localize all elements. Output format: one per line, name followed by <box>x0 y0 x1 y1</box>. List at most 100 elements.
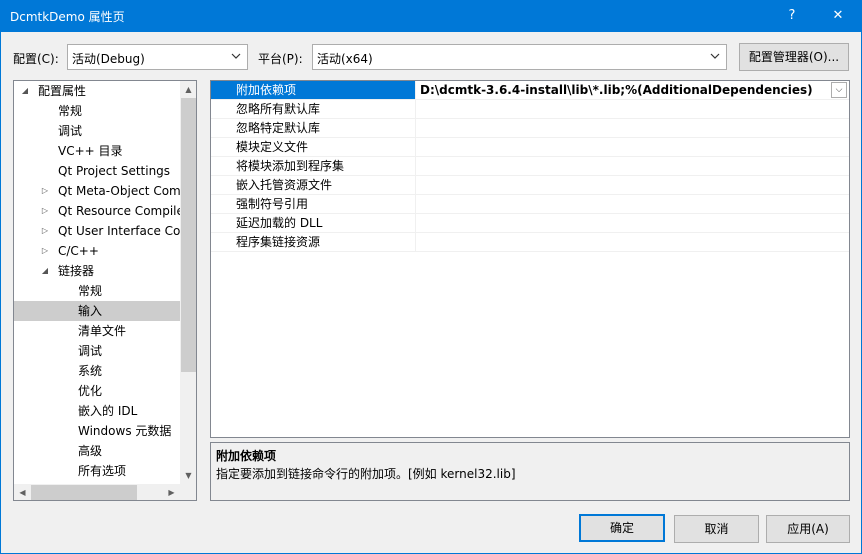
tree-horizontal-scrollbar[interactable]: ◀ ▶ <box>14 484 180 500</box>
property-row[interactable]: 模块定义文件 <box>211 138 849 157</box>
tree-item[interactable]: ◢ 配置属性 <box>14 81 180 101</box>
scroll-thumb[interactable] <box>31 485 137 500</box>
scroll-left-icon[interactable]: ◀ <box>14 484 31 500</box>
tree-item[interactable]: Qt Project Settings <box>14 161 180 181</box>
tree-item[interactable]: 常规 <box>14 281 180 301</box>
property-value[interactable] <box>416 233 849 252</box>
config-select[interactable]: 活动(Debug) <box>67 44 248 70</box>
property-row[interactable]: 忽略所有默认库 <box>211 100 849 119</box>
tree-item[interactable]: 输入 <box>14 301 180 321</box>
tree-item[interactable]: VC++ 目录 <box>14 141 180 161</box>
tree-item-label: 嵌入的 IDL <box>78 404 138 418</box>
property-tree[interactable]: ◢ 配置属性 常规 调试 VC++ 目录 Qt Project Settings ▷ Qt M… <box>13 80 197 501</box>
scroll-thumb[interactable] <box>181 98 196 372</box>
property-value[interactable] <box>416 157 849 176</box>
tree-item-label: 调试 <box>58 124 83 138</box>
apply-button[interactable]: 应用(A) <box>766 515 850 543</box>
cancel-button[interactable]: 取消 <box>674 515 759 543</box>
tree-item-label: Qt Resource Compiler <box>58 204 180 218</box>
tree-item[interactable]: 高级 <box>14 441 180 461</box>
tree-item-label: 链接器 <box>58 264 95 278</box>
tree-item-label: 系统 <box>78 364 103 378</box>
ok-button[interactable]: 确定 <box>579 514 665 542</box>
tree-item-label: 优化 <box>78 384 103 398</box>
chevron-down-icon <box>710 53 720 59</box>
property-row[interactable]: 程序集链接资源 <box>211 233 849 252</box>
close-button[interactable]: ✕ <box>816 0 860 32</box>
tree-item-label: 清单文件 <box>78 324 127 338</box>
tree-item-label: Qt User Interface Compiler <box>58 224 180 238</box>
tree-item-label: VC++ 目录 <box>58 144 123 158</box>
tree-item[interactable]: 系统 <box>14 361 180 381</box>
tree-item[interactable]: 清单文件 <box>14 321 180 341</box>
property-name: 强制符号引用 <box>211 195 416 214</box>
tree-item[interactable]: ▷ Qt Meta-Object Compiler <box>14 181 180 201</box>
property-row[interactable]: 嵌入托管资源文件 <box>211 176 849 195</box>
tree-item[interactable]: 优化 <box>14 381 180 401</box>
tree-item[interactable]: Windows 元数据 <box>14 421 180 441</box>
property-name: 忽略所有默认库 <box>211 100 416 119</box>
property-name: 模块定义文件 <box>211 138 416 157</box>
description-panel: 附加依赖项 指定要添加到链接命令行的附加项。[例如 kernel32.lib] <box>210 442 850 501</box>
property-name: 将模块添加到程序集 <box>211 157 416 176</box>
tree-item-label: 调试 <box>78 344 103 358</box>
property-value[interactable] <box>416 119 849 138</box>
property-name: 忽略特定默认库 <box>211 119 416 138</box>
config-select-value: 活动(Debug) <box>72 52 145 66</box>
chevron-down-icon <box>231 53 241 59</box>
tree-item[interactable]: 调试 <box>14 121 180 141</box>
tree-vertical-scrollbar[interactable]: ▲ ▼ <box>180 81 196 484</box>
collapsed-arrow-icon[interactable]: ▷ <box>40 221 50 241</box>
tree-item[interactable]: 嵌入的 IDL <box>14 401 180 421</box>
expanded-arrow-icon[interactable]: ◢ <box>20 81 30 101</box>
platform-select[interactable]: 活动(x64) <box>312 44 727 70</box>
property-name: 嵌入托管资源文件 <box>211 176 416 195</box>
property-row[interactable]: 强制符号引用 <box>211 195 849 214</box>
title-bar: DcmtkDemo 属性页 ? ✕ <box>0 0 862 32</box>
property-value[interactable] <box>416 138 849 157</box>
property-row[interactable]: 延迟加载的 DLL <box>211 214 849 233</box>
property-name: 程序集链接资源 <box>211 233 416 252</box>
tree-viewport: ◢ 配置属性 常规 调试 VC++ 目录 Qt Project Settings ▷ Qt M… <box>14 81 180 484</box>
tree-item[interactable]: ◢ 链接器 <box>14 261 180 281</box>
tree-item-label: 常规 <box>58 104 83 118</box>
property-value[interactable] <box>416 100 849 119</box>
tree-item-label: Qt Meta-Object Compiler <box>58 184 180 198</box>
scroll-up-icon[interactable]: ▲ <box>180 81 196 98</box>
tree-item-label: 高级 <box>78 444 103 458</box>
scroll-right-icon[interactable]: ▶ <box>163 484 180 500</box>
property-name: 延迟加载的 DLL <box>211 214 416 233</box>
window-title: DcmtkDemo 属性页 <box>10 10 125 24</box>
property-value[interactable]: D:\dcmtk-3.6.4-install\lib\*.lib;%(Addit… <box>416 81 849 100</box>
tree-item-label: 所有选项 <box>78 464 127 478</box>
tree-item[interactable]: 所有选项 <box>14 461 180 481</box>
property-row[interactable]: 忽略特定默认库 <box>211 119 849 138</box>
property-grid[interactable]: 附加依赖项 D:\dcmtk-3.6.4-install\lib\*.lib;%(… <box>210 80 850 438</box>
property-value[interactable] <box>416 176 849 195</box>
tree-item-label: Windows 元数据 <box>78 424 172 438</box>
tree-item-label: 输入 <box>78 304 103 318</box>
tree-item-label: C/C++ <box>58 244 99 258</box>
property-value[interactable] <box>416 195 849 214</box>
collapsed-arrow-icon[interactable]: ▷ <box>40 241 50 261</box>
tree-item[interactable]: ▷ Qt Resource Compiler <box>14 201 180 221</box>
chevron-down-icon[interactable]: ⌵ <box>831 82 847 98</box>
description-text: 指定要添加到链接命令行的附加项。[例如 kernel32.lib] <box>216 467 516 481</box>
property-row[interactable]: 附加依赖项 D:\dcmtk-3.6.4-install\lib\*.lib;%(… <box>211 81 849 100</box>
property-row[interactable]: 将模块添加到程序集 <box>211 157 849 176</box>
property-value[interactable] <box>416 214 849 233</box>
platform-label: 平台(P): <box>258 52 303 66</box>
config-manager-button[interactable]: 配置管理器(O)... <box>739 43 849 71</box>
help-button[interactable]: ? <box>770 0 814 32</box>
tree-item[interactable]: 调试 <box>14 341 180 361</box>
expanded-arrow-icon[interactable]: ◢ <box>40 261 50 281</box>
tree-item[interactable]: 常规 <box>14 101 180 121</box>
tree-item[interactable]: ▷ C/C++ <box>14 241 180 261</box>
scroll-down-icon[interactable]: ▼ <box>180 467 196 484</box>
collapsed-arrow-icon[interactable]: ▷ <box>40 201 50 221</box>
description-title: 附加依赖项 <box>216 449 277 463</box>
collapsed-arrow-icon[interactable]: ▷ <box>40 181 50 201</box>
platform-select-value: 活动(x64) <box>317 52 373 66</box>
config-label: 配置(C): <box>13 52 59 66</box>
tree-item[interactable]: ▷ Qt User Interface Compiler <box>14 221 180 241</box>
